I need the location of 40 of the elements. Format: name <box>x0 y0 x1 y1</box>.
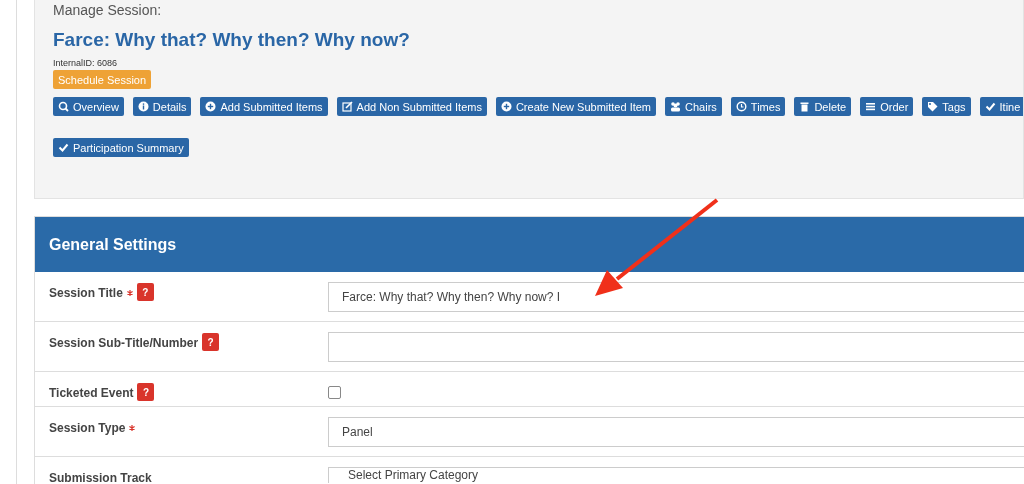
category-select[interactable]: Select Primary Category <box>328 467 1024 483</box>
toolbar-button[interactable]: Order <box>860 97 914 116</box>
toolbar-button[interactable]: Chairs <box>665 97 722 116</box>
session-title: Farce: Why that? Why then? Why now? <box>53 29 411 52</box>
panel-title: General Settings <box>35 217 1024 272</box>
toolbar-button[interactable]: Create New Submitted Item <box>495 97 657 116</box>
plus-circle-icon <box>500 101 512 112</box>
text-field[interactable] <box>328 332 1024 362</box>
toolbar-button[interactable]: Itine <box>979 97 1023 116</box>
text-field[interactable]: Panel <box>328 417 1024 447</box>
text-field[interactable]: Farce: Why that? Why then? Why now? I <box>328 282 1024 312</box>
field-label: Session Title <box>49 286 123 300</box>
field-label: Session Type <box>49 421 126 435</box>
clock-icon <box>735 101 747 112</box>
edit-icon <box>341 101 353 112</box>
checkbox[interactable] <box>328 386 341 399</box>
help-badge[interactable]: ? <box>137 383 155 401</box>
trash-icon <box>799 101 811 112</box>
help-badge[interactable]: ? <box>136 283 154 301</box>
toolbar-button[interactable]: Add Submitted Items <box>200 97 328 116</box>
toolbar-button[interactable]: Tags <box>922 97 971 116</box>
toolbar-button[interactable]: Details <box>132 97 192 116</box>
toolbar-button[interactable]: Times <box>730 97 786 116</box>
list-icon <box>865 101 877 112</box>
toolbar-button[interactable]: Participation Summary <box>53 138 189 157</box>
info-icon <box>137 101 149 112</box>
plus-circle-icon <box>205 101 217 112</box>
toolbar-button[interactable]: Delete <box>794 97 852 116</box>
field-label: Session Sub-Title/Number <box>49 336 199 350</box>
page-caption: Manage Session: <box>53 1 163 20</box>
field-label: Submission Track <box>49 471 152 484</box>
check-icon <box>984 101 996 112</box>
check-icon <box>58 142 69 153</box>
toolbar-button[interactable]: Overview <box>53 97 124 116</box>
search-icon <box>58 101 69 112</box>
field-label: Ticketed Event <box>49 386 134 400</box>
internal-id: InternalID: 6086 <box>53 58 119 69</box>
help-badge[interactable]: ? <box>202 333 220 351</box>
tag-icon <box>927 101 939 112</box>
toolbar-button[interactable]: Add Non Submitted Items <box>336 97 487 116</box>
